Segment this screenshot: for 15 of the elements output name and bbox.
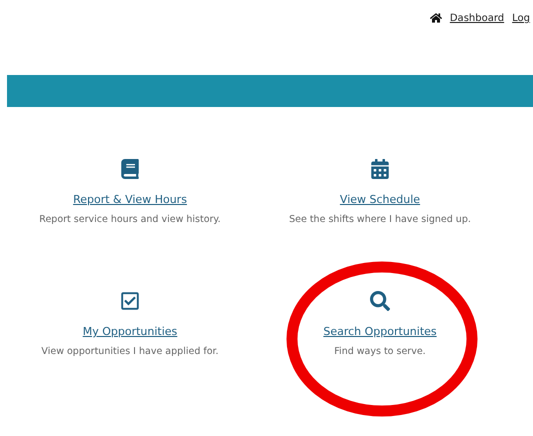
search-icon [370, 291, 390, 311]
card-link[interactable]: My Opportunities [82, 325, 178, 338]
card-description: View opportunities I have applied for. [41, 346, 219, 357]
nav-link[interactable]: Log [512, 12, 530, 24]
card-link[interactable]: View Schedule [340, 193, 420, 206]
nav-link[interactable]: Dashboard [450, 12, 504, 24]
card-link[interactable]: Report & View Hours [73, 193, 187, 206]
home-icon [430, 12, 442, 24]
card-description: Find ways to serve. [334, 346, 426, 357]
card-link[interactable]: Search Opportunites [323, 325, 437, 338]
check-icon [120, 291, 140, 311]
calendar-icon [370, 159, 390, 179]
book-icon [120, 159, 140, 179]
card-description: See the shifts where I have signed up. [289, 214, 471, 225]
card-description: Report service hours and view history. [39, 214, 221, 225]
